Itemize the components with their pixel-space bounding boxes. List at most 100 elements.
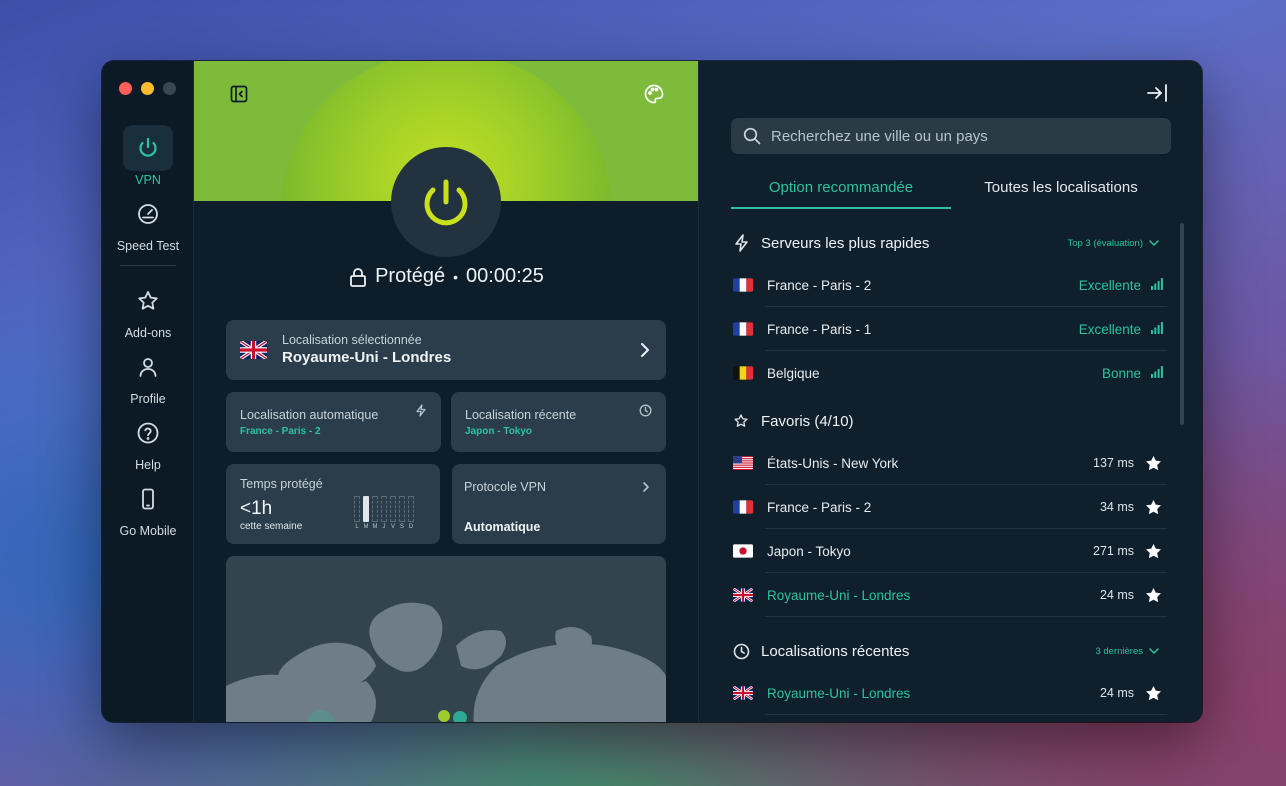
protocol-caption: Protocole VPN — [464, 480, 546, 494]
location-row[interactable]: France - Paris - 2 Excellente — [731, 263, 1167, 307]
favorite-star-icon[interactable] — [1144, 498, 1163, 517]
section-title: Serveurs les plus rapides — [761, 234, 930, 252]
sidebar-item-go-mobile[interactable]: Go Mobile — [102, 476, 194, 538]
location-row[interactable]: Japon - Tokyo 271 ms — [731, 529, 1167, 573]
tab-recommended[interactable]: Option recommandée — [731, 179, 951, 209]
location-name: Royaume-Uni - Londres — [767, 685, 911, 701]
scrollbar[interactable] — [1180, 223, 1184, 425]
clock-icon — [639, 404, 652, 422]
weekday-label: M — [363, 524, 369, 530]
location-name: Royaume-Uni - Londres — [767, 587, 911, 603]
sidebar-item-label: Profile — [130, 392, 166, 406]
location-row[interactable]: France - Paris - 2 34 ms — [731, 485, 1167, 529]
favorite-star-icon[interactable] — [1144, 684, 1163, 703]
weekday-bar: J — [381, 496, 387, 530]
connect-power-button[interactable] — [391, 147, 501, 257]
us-flag-icon — [733, 456, 753, 470]
sidebar-item-speed-test[interactable]: Speed Test — [102, 191, 194, 253]
sidebar-item-profile[interactable]: Profile — [102, 344, 194, 406]
location-tabs: Option recommandée Toutes les localisati… — [731, 179, 1171, 209]
be-flag-icon — [733, 366, 753, 380]
power-icon — [424, 179, 468, 226]
protected-time-caption: Temps protégé — [240, 477, 323, 491]
fastest-servers-filter[interactable]: Top 3 (évaluation) — [1067, 238, 1167, 249]
uk-flag-icon — [240, 341, 267, 359]
connection-panel: Protégé • 00:00:25 Localisation sélectio… — [194, 61, 699, 722]
uk-flag-icon — [733, 588, 753, 602]
collapse-panel-icon[interactable] — [1146, 83, 1168, 108]
search-input[interactable] — [771, 127, 1151, 145]
location-row[interactable]: Belgique Bonne — [731, 351, 1167, 395]
selected-location-card[interactable]: Localisation sélectionnée Royaume-Uni - … — [226, 320, 666, 380]
location-name: États-Unis - New York — [767, 455, 899, 471]
signal-bars-icon — [1151, 321, 1163, 337]
weekday-bar: D — [408, 496, 414, 530]
auto-location-caption: Localisation automatique — [240, 408, 379, 422]
sidebar-item-add-ons[interactable]: Add-ons — [102, 278, 194, 340]
power-icon — [123, 125, 173, 171]
location-row[interactable]: Royaume-Uni - Londres 24 ms — [731, 671, 1167, 715]
clock-icon — [731, 643, 751, 660]
weekday-label: L — [355, 524, 359, 530]
sidebar-divider — [120, 265, 176, 266]
weekday-bar: L — [354, 496, 360, 530]
lightning-icon — [731, 234, 751, 252]
latency-value: 24 ms — [1099, 588, 1134, 602]
location-name: France - Paris - 2 — [767, 277, 872, 293]
location-name: Japon - Tokyo — [767, 543, 851, 559]
latency-value: 137 ms — [1093, 456, 1134, 470]
server-quality: Excellente — [1078, 277, 1141, 293]
favorite-star-icon[interactable] — [1144, 542, 1163, 561]
location-list: Serveurs les plus rapides Top 3 (évaluat… — [731, 223, 1167, 715]
tab-all-locations[interactable]: Toutes les localisations — [951, 179, 1171, 209]
vpn-protocol-card[interactable]: Protocole VPN Automatique — [452, 464, 666, 544]
fr-flag-icon — [733, 278, 753, 292]
weekday-bar: V — [390, 496, 396, 530]
close-window-button[interactable] — [119, 82, 132, 95]
window-controls — [119, 82, 176, 95]
favorites-header: Favoris (4/10) — [731, 401, 1167, 441]
protected-time-value: <1h — [240, 498, 273, 519]
signal-bars-icon — [1151, 277, 1163, 293]
location-name: Belgique — [767, 365, 820, 381]
recent-location-caption: Localisation récente — [465, 408, 577, 422]
latency-value: 24 ms — [1099, 686, 1134, 700]
selected-location-caption: Localisation sélectionnée — [282, 333, 422, 347]
collapse-sidebar-icon[interactable] — [228, 83, 250, 105]
auto-location-card[interactable]: Localisation automatique France - Paris … — [226, 392, 441, 452]
recent-location-card[interactable]: Localisation récente Japon - Tokyo — [451, 392, 666, 452]
search-icon — [743, 127, 761, 145]
sidebar-item-label: Help — [135, 458, 161, 472]
star-icon — [731, 413, 751, 429]
favorite-star-icon[interactable] — [1144, 454, 1163, 473]
status-label: Protégé — [375, 265, 446, 287]
server-quality: Bonne — [1101, 365, 1141, 381]
world-map-graphic — [226, 602, 666, 722]
location-row[interactable]: États-Unis - New York 137 ms — [731, 441, 1167, 485]
sidebar: VPN Speed Test Add-ons Profile Help Go M… — [102, 61, 194, 722]
star-icon — [123, 278, 173, 324]
app-window: VPN Speed Test Add-ons Profile Help Go M… — [102, 61, 1202, 722]
filter-label: 3 dernières — [1095, 645, 1143, 657]
weekday-bar: S — [399, 496, 405, 530]
location-row[interactable]: France - Paris - 1 Excellente — [731, 307, 1167, 351]
palette-icon[interactable] — [643, 83, 665, 105]
weekday-label: J — [382, 524, 386, 530]
selected-location-value: Royaume-Uni - Londres — [282, 349, 452, 366]
weekday-bar: M — [372, 496, 378, 530]
recent-locations-list: Royaume-Uni - Londres 24 ms — [731, 671, 1167, 715]
location-search[interactable] — [731, 118, 1171, 154]
fastest-servers-header: Serveurs les plus rapides Top 3 (évaluat… — [731, 223, 1167, 263]
jp-flag-icon — [733, 544, 753, 558]
sidebar-item-vpn[interactable]: VPN — [102, 125, 194, 187]
location-row[interactable]: Royaume-Uni - Londres 24 ms — [731, 573, 1167, 617]
world-map[interactable] — [226, 556, 666, 722]
sidebar-item-help[interactable]: Help — [102, 410, 194, 472]
minimize-window-button[interactable] — [141, 82, 154, 95]
protected-time-card[interactable]: Temps protégé <1h cette semaine LMMJVSD — [226, 464, 440, 544]
favorite-star-icon[interactable] — [1144, 586, 1163, 605]
weekday-label: M — [372, 524, 378, 530]
weekday-label: V — [390, 524, 395, 530]
zoom-window-button[interactable] — [163, 82, 176, 95]
recent-locations-filter[interactable]: 3 dernières — [1095, 646, 1167, 657]
